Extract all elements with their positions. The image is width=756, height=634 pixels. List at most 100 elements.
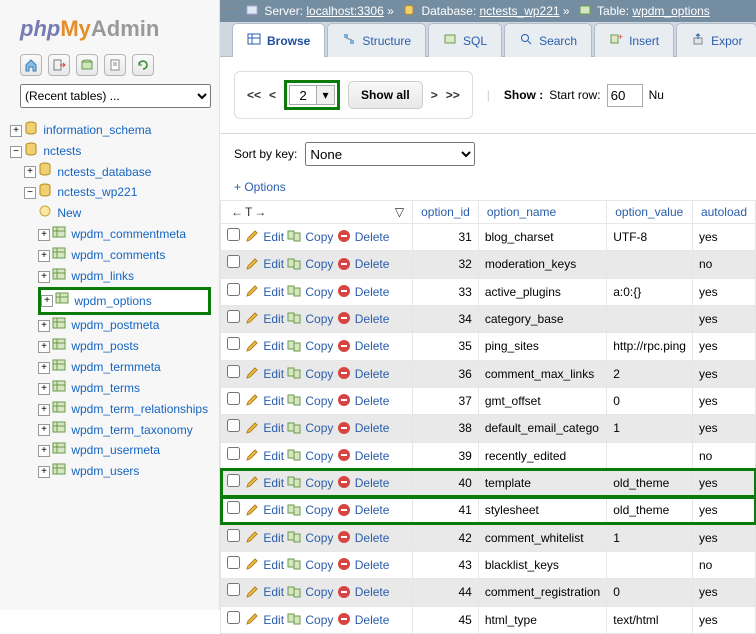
delete-link[interactable]: Delete	[355, 339, 390, 353]
next-page-button[interactable]: >	[431, 88, 438, 102]
tree-table-wpdm_comments[interactable]: wpdm_comments	[71, 248, 165, 262]
column-option-value[interactable]: option_value	[607, 201, 693, 224]
first-page-button[interactable]: <<	[247, 88, 261, 102]
breadcrumb-server[interactable]: localhost:3306	[306, 4, 383, 18]
tree-table-wpdm_commentmeta[interactable]: wpdm_commentmeta	[71, 227, 186, 241]
row-checkbox[interactable]	[227, 556, 240, 569]
column-option-id[interactable]: option_id	[413, 201, 479, 224]
tree-table-wpdm_term_relationships[interactable]: wpdm_term_relationships	[71, 402, 208, 416]
reload-icon[interactable]	[132, 54, 154, 76]
delete-link[interactable]: Delete	[355, 257, 390, 271]
edit-link[interactable]: Edit	[263, 531, 284, 545]
db-information-schema[interactable]: information_schema	[43, 123, 151, 137]
copy-link[interactable]: Copy	[305, 230, 333, 244]
edit-link[interactable]: Edit	[263, 476, 284, 490]
options-toggle[interactable]: + Options	[234, 180, 286, 194]
tree-table-wpdm_postmeta[interactable]: wpdm_postmeta	[71, 318, 159, 332]
row-checkbox[interactable]	[227, 611, 240, 624]
delete-link[interactable]: Delete	[355, 476, 390, 490]
row-checkbox[interactable]	[227, 529, 240, 542]
edit-link[interactable]: Edit	[263, 339, 284, 353]
logout-icon[interactable]	[48, 54, 70, 76]
tree-table-wpdm_usermeta[interactable]: wpdm_usermeta	[71, 443, 160, 457]
delete-link[interactable]: Delete	[355, 421, 390, 435]
row-checkbox[interactable]	[227, 310, 240, 323]
delete-link[interactable]: Delete	[355, 449, 390, 463]
copy-link[interactable]: Copy	[305, 585, 333, 599]
expand-icon[interactable]: +	[24, 166, 36, 178]
copy-link[interactable]: Copy	[305, 503, 333, 517]
row-checkbox[interactable]	[227, 583, 240, 596]
tab-structure[interactable]: Structure	[327, 23, 426, 57]
expand-icon[interactable]: +	[38, 341, 50, 353]
show-all-button[interactable]: Show all	[348, 81, 423, 109]
row-checkbox[interactable]	[227, 283, 240, 296]
expand-icon[interactable]: +	[38, 404, 50, 416]
column-option-name[interactable]: option_name	[478, 201, 606, 224]
copy-link[interactable]: Copy	[305, 531, 333, 545]
tree-table-wpdm_posts[interactable]: wpdm_posts	[71, 339, 138, 353]
edit-link[interactable]: Edit	[263, 585, 284, 599]
tab-search[interactable]: Search	[504, 23, 592, 57]
row-checkbox[interactable]	[227, 419, 240, 432]
row-checkbox[interactable]	[227, 501, 240, 514]
row-checkbox[interactable]	[227, 228, 240, 241]
row-checkbox[interactable]	[227, 474, 240, 487]
copy-link[interactable]: Copy	[305, 449, 333, 463]
copy-link[interactable]: Copy	[305, 339, 333, 353]
db-nctests-database[interactable]: nctests_database	[57, 165, 151, 179]
expand-icon[interactable]: +	[38, 445, 50, 457]
expand-icon[interactable]: +	[38, 320, 50, 332]
expand-icon[interactable]: +	[38, 383, 50, 395]
expand-icon[interactable]: +	[38, 250, 50, 262]
page-dropdown-button[interactable]: ▾	[317, 85, 335, 105]
tab-export[interactable]: Expor	[676, 23, 756, 57]
delete-link[interactable]: Delete	[355, 367, 390, 381]
recent-tables-select[interactable]: (Recent tables) ...	[20, 84, 211, 108]
delete-link[interactable]: Delete	[355, 230, 390, 244]
delete-link[interactable]: Delete	[355, 312, 390, 326]
edit-link[interactable]: Edit	[263, 367, 284, 381]
tree-table-wpdm_terms[interactable]: wpdm_terms	[71, 381, 140, 395]
row-checkbox[interactable]	[227, 337, 240, 350]
copy-link[interactable]: Copy	[305, 476, 333, 490]
tree-table-wpdm_term_taxonomy[interactable]: wpdm_term_taxonomy	[71, 423, 192, 437]
delete-link[interactable]: Delete	[355, 531, 390, 545]
tab-browse[interactable]: Browse	[232, 23, 325, 57]
tab-sql[interactable]: SQL	[428, 23, 502, 57]
expand-icon[interactable]: +	[38, 424, 50, 436]
edit-link[interactable]: Edit	[263, 558, 284, 572]
row-checkbox[interactable]	[227, 365, 240, 378]
row-checkbox[interactable]	[227, 447, 240, 460]
edit-link[interactable]: Edit	[263, 394, 284, 408]
expand-icon[interactable]: +	[38, 362, 50, 374]
last-page-button[interactable]: >>	[446, 88, 460, 102]
edit-link[interactable]: Edit	[263, 503, 284, 517]
tree-table-wpdm_links[interactable]: wpdm_links	[71, 269, 134, 283]
sql-icon[interactable]	[76, 54, 98, 76]
expand-icon[interactable]: +	[10, 125, 22, 137]
tree-table-wpdm_options[interactable]: wpdm_options	[74, 294, 151, 308]
copy-link[interactable]: Copy	[305, 367, 333, 381]
docs-icon[interactable]	[104, 54, 126, 76]
db-nctests[interactable]: nctests	[43, 144, 81, 158]
row-checkbox[interactable]	[227, 255, 240, 268]
collapse-icon[interactable]: −	[10, 146, 22, 158]
delete-link[interactable]: Delete	[355, 558, 390, 572]
copy-link[interactable]: Copy	[305, 394, 333, 408]
copy-link[interactable]: Copy	[305, 257, 333, 271]
delete-link[interactable]: Delete	[355, 613, 390, 627]
breadcrumb-table[interactable]: wpdm_options	[632, 4, 709, 18]
edit-link[interactable]: Edit	[263, 613, 284, 627]
new-table-link[interactable]: New	[57, 206, 81, 220]
collapse-icon[interactable]: −	[24, 187, 36, 199]
row-checkbox[interactable]	[227, 392, 240, 405]
home-icon[interactable]	[20, 54, 42, 76]
breadcrumb-database[interactable]: nctests_wp221	[480, 4, 560, 18]
delete-link[interactable]: Delete	[355, 394, 390, 408]
edit-link[interactable]: Edit	[263, 257, 284, 271]
edit-link[interactable]: Edit	[263, 312, 284, 326]
delete-link[interactable]: Delete	[355, 503, 390, 517]
edit-link[interactable]: Edit	[263, 285, 284, 299]
tree-table-wpdm_users[interactable]: wpdm_users	[71, 464, 139, 478]
